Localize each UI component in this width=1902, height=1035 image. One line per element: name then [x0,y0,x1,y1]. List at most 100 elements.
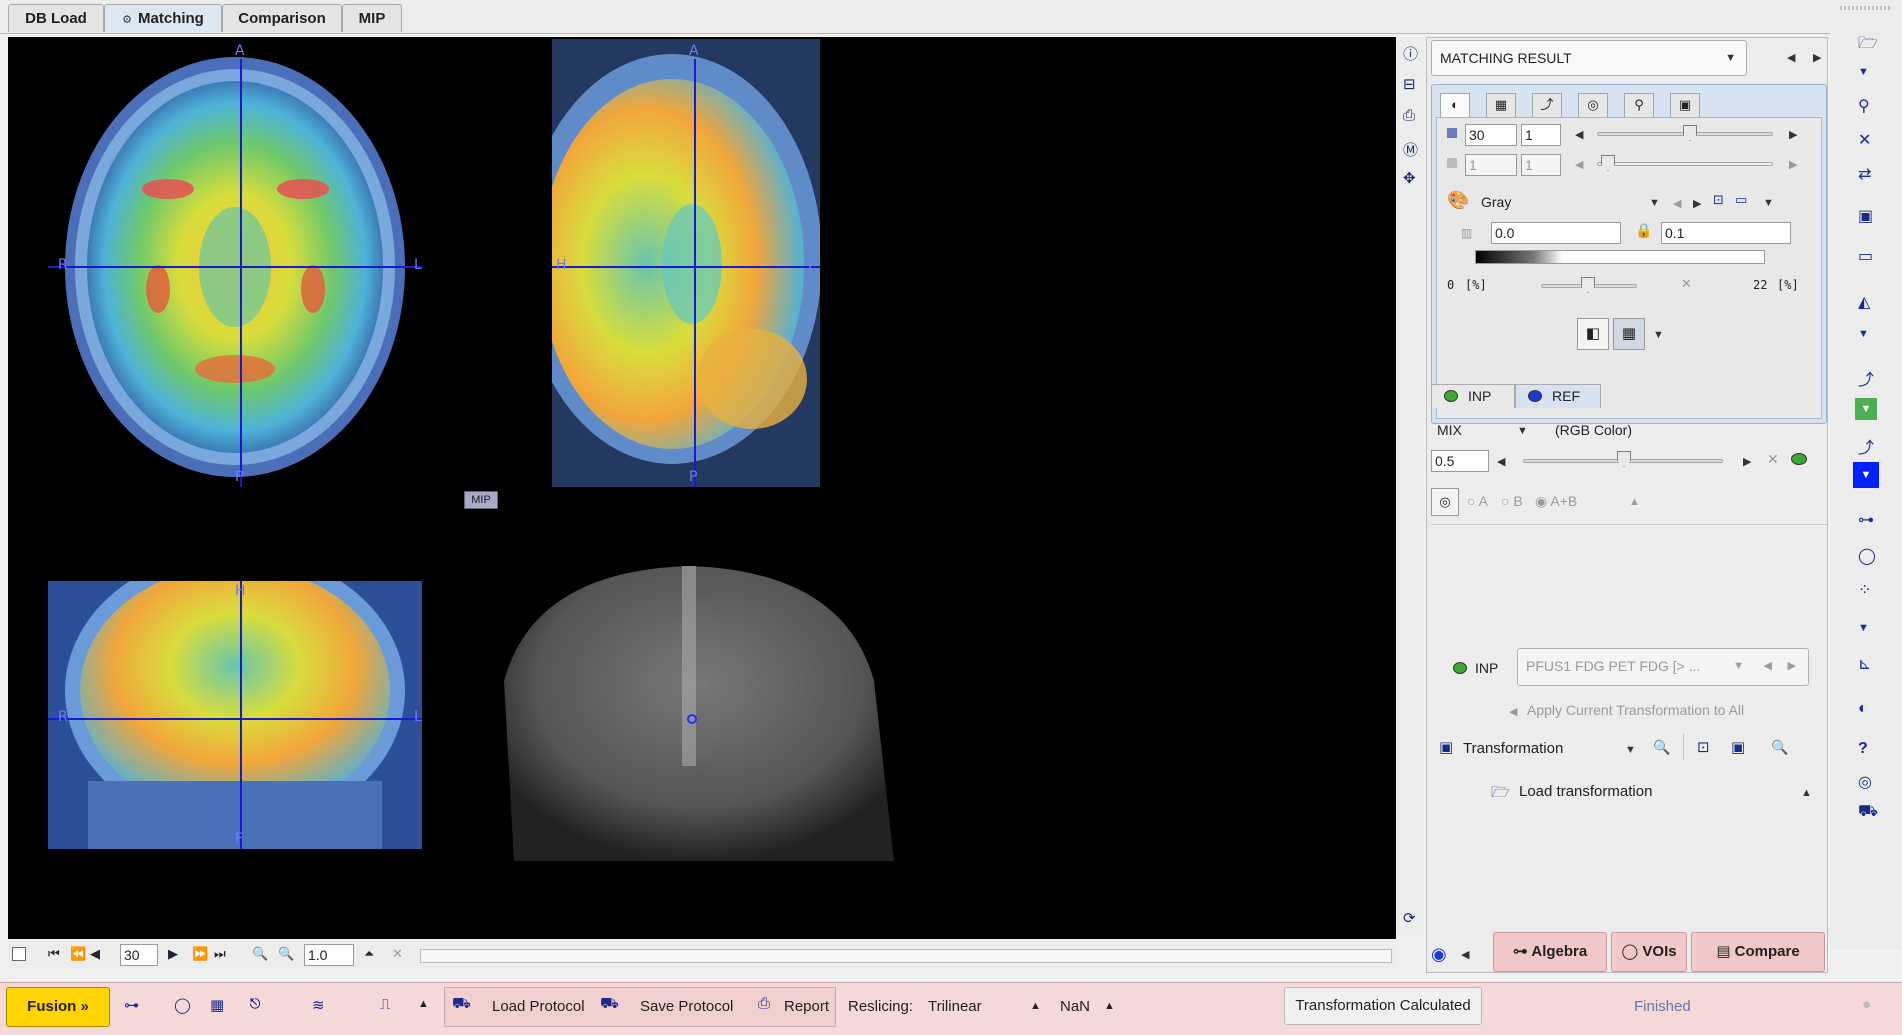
layout-icon[interactable]: ⊟ [1403,75,1416,93]
transformation-dropdown-icon[interactable]: ▼ [1625,744,1636,756]
mix-clear-icon[interactable]: ✕ [1767,451,1779,468]
sagittal-slice[interactable]: A P H F [552,39,820,487]
vois-button[interactable]: ◯ VOIs [1611,932,1687,972]
transformation-save-icon[interactable]: ▣ [1439,738,1453,756]
last-slice-icon[interactable]: ⏭ [214,946,226,962]
save-icon[interactable]: ▣ [1858,206,1873,226]
fit-icon[interactable]: ⊡ [1713,192,1724,208]
radio-ab[interactable]: ◉ A+B [1535,493,1577,510]
expand-icon[interactable]: ▲ [418,998,429,1010]
clear-icon[interactable]: ✕ [1681,276,1692,292]
crosshair-icon[interactable]: ✥ [1403,169,1416,187]
fit-icon[interactable]: ⊡ [1697,738,1710,756]
transformation-zoom-icon[interactable]: 🔍 [1653,739,1670,756]
collapse-icon[interactable]: ▲ [1629,496,1640,508]
pct-slider-thumb[interactable] [1581,277,1595,293]
first-slice-icon[interactable]: ⏮ [48,946,60,962]
folder-icon[interactable]: 🗁 [1491,782,1510,807]
layout-checkbox[interactable] [12,947,26,961]
invert-button[interactable]: ◧ [1577,318,1609,350]
panel-prev-icon[interactable]: ◀ [1461,948,1469,961]
contrast-icon[interactable]: ◐ [1858,700,1868,718]
chevron-down-icon[interactable]: ▼ [1858,66,1869,78]
mix-dropdown-icon[interactable]: ▼ [1517,425,1528,437]
inp-series-select[interactable]: PFUS1 FDG PET FDG [> ... ▼ ◀ ▶ [1517,648,1809,686]
apply-all-icon[interactable]: ◀ [1509,705,1517,718]
swap-icon[interactable]: ⇄ [1858,164,1871,184]
mix-value-field[interactable]: 0.5 [1431,450,1489,472]
more-dropdown-icon[interactable]: ▼ [1763,197,1774,209]
nan-value[interactable]: NaN [1060,998,1090,1015]
save-protocol-icon[interactable]: ⛟ [600,995,619,1014]
zoom-up-icon[interactable]: ⏶ [364,946,374,962]
tab-matching[interactable]: ⚙ Matching [104,4,222,32]
pin-icon[interactable]: ⚲ [1858,96,1870,116]
zoom-icon[interactable]: 🔍 [1771,739,1788,756]
mix-next-icon[interactable]: ▶ [1743,455,1751,468]
tab-save[interactable]: ▣ [1670,93,1700,117]
algebra-button[interactable]: ⊶ Algebra [1493,932,1607,972]
expand-icon[interactable]: ▲ [1801,787,1812,799]
mip-icon[interactable]: Ⓜ [1403,139,1418,160]
reslicing-value[interactable]: Trilinear [928,998,982,1015]
tab-tools[interactable]: ⚲ [1624,93,1654,117]
slice-next-icon[interactable]: ▶ [1789,128,1797,141]
info-icon[interactable]: ⓘ [1403,43,1418,64]
save-icon[interactable]: ▣ [1731,738,1745,756]
help-icon[interactable]: ? [1858,740,1868,758]
voi-icon[interactable]: ◯ [1858,546,1876,566]
print-icon[interactable]: ⎙ [1403,107,1415,124]
colormap-prev-icon[interactable]: ◀ [1673,197,1681,210]
chart-icon[interactable]: ⤴ [1858,366,1874,390]
blue-toggle-icon[interactable]: ▼ [1853,462,1879,488]
series-select[interactable]: MATCHING RESULT ▼ [1431,40,1747,76]
colorbar[interactable] [1475,250,1765,264]
chart-icon[interactable]: ⤴ [1858,434,1874,458]
pulse-icon[interactable]: ⎍ [380,996,391,1013]
colormap-next-icon[interactable]: ▶ [1693,197,1701,210]
zoom-out-icon[interactable]: 🔍 [278,946,294,962]
axis-icon[interactable]: ⊾ [1858,654,1871,674]
palette-icon[interactable]: 🎨 [1447,190,1469,211]
vehicle-icon[interactable]: ⛟ [1858,802,1878,822]
mix-color-dot-icon[interactable] [1791,453,1807,465]
colormap-dropdown-icon[interactable]: ▼ [1649,197,1660,209]
prev-series-icon[interactable]: ◀ [1787,51,1795,64]
load-protocol-button[interactable]: Load Protocol [492,998,585,1015]
exit-icon[interactable]: ⎋ [250,996,260,1012]
thumbnail-button[interactable]: ▦ [1613,318,1645,350]
radio-b[interactable]: ○ B [1501,493,1523,509]
mip-image[interactable] [474,561,904,867]
tools-icon[interactable]: ⊶ [124,996,139,1014]
lock-icon[interactable]: 🔒 [1635,222,1652,239]
slice-number-field[interactable]: 30 [120,944,158,966]
reset-icon[interactable]: ✕ [392,946,403,962]
tab-contrast[interactable]: ◐ [1440,93,1470,117]
chevron-down-icon[interactable]: ▼ [1858,328,1869,340]
console-icon[interactable]: ▭ [1858,246,1873,266]
save-protocol-button[interactable]: Save Protocol [640,998,733,1015]
blend-mode-button[interactable]: ◎ [1431,488,1459,516]
load-protocol-icon[interactable]: ⛟ [452,995,471,1014]
globe-icon[interactable]: ◉ [1431,944,1447,965]
slice-prev-icon[interactable]: ◀ [1575,128,1583,141]
slice-slider-thumb[interactable] [1683,125,1697,141]
step-back-icon[interactable]: ◀ [90,946,100,962]
tab-inp[interactable]: INP [1431,384,1515,408]
compare-button[interactable]: ▤ Compare [1691,932,1825,972]
scatter-icon[interactable]: ⁘ [1858,580,1871,600]
zoom-in-icon[interactable]: 🔍 [252,946,268,962]
chevron-down-icon[interactable]: ▼ [1858,622,1869,634]
nan-dropdown-icon[interactable]: ▲ [1104,1000,1115,1012]
load-transformation-button[interactable]: Load transformation [1519,783,1652,800]
wave-icon[interactable]: ≋ [312,996,325,1014]
image-viewer[interactable]: A P R L A P H F MIP H F R L [8,37,1396,939]
tab-layout[interactable]: ▦ [1486,93,1516,117]
step-forward-icon[interactable]: ▶ [168,946,178,962]
reslicing-dropdown-icon[interactable]: ▲ [1030,1000,1041,1012]
calculator-icon[interactable]: ▦ [210,996,224,1014]
report-button[interactable]: Report [784,998,829,1015]
fast-back-icon[interactable]: ⏪ [70,946,86,962]
tab-profile[interactable]: ⤴ [1532,93,1562,117]
horizontal-scrollbar[interactable] [420,949,1392,963]
